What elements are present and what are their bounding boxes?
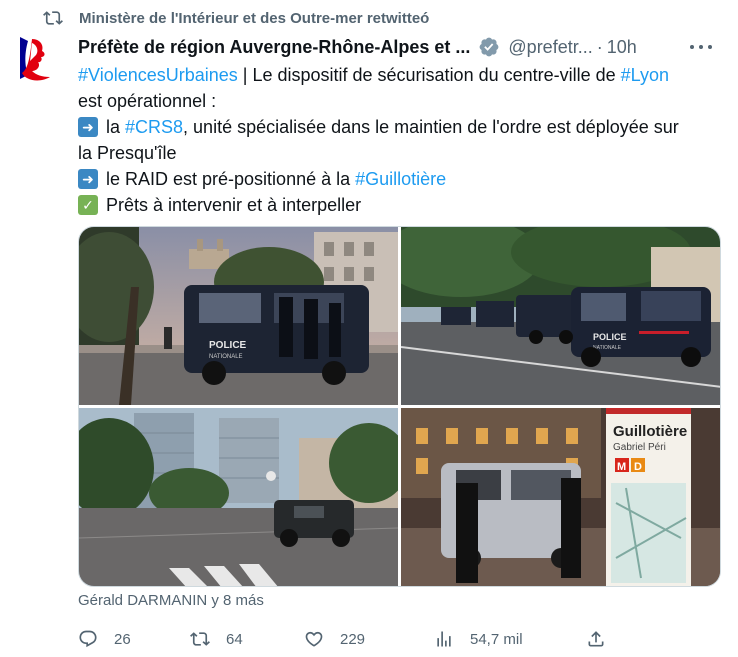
metro-line-d: D bbox=[634, 461, 642, 473]
reply-icon bbox=[79, 630, 97, 648]
like-button[interactable]: 229 bbox=[304, 629, 365, 649]
check-mark-emoji-icon: ✓ bbox=[78, 195, 98, 215]
text-segment: , unité spécialisée dans le maintien de … bbox=[183, 117, 679, 137]
text-segment: la bbox=[106, 117, 126, 137]
metro-station-subname: Gabriel Péri bbox=[613, 442, 666, 453]
like-count: 229 bbox=[340, 630, 366, 648]
retweet-count: 64 bbox=[226, 630, 243, 648]
text-line-1: #ViolencesUrbaines | Le dispositif de sé… bbox=[78, 62, 728, 88]
text-line-5: ➜ le RAID est pré-positionné à la #Guill… bbox=[78, 166, 728, 192]
text-line-6: ✓ Prêts à intervenir et à interpeller bbox=[78, 192, 728, 218]
photo-police-vans-line[interactable]: POLICE NATIONALE bbox=[401, 227, 720, 405]
text-segment: Prêts à intervenir et à interpeller bbox=[106, 195, 362, 215]
media-grid: POLICE NATIONALE POLICE NATIONALE Guillo… bbox=[78, 226, 721, 587]
hashtag-crs8[interactable]: #CRS8 bbox=[125, 114, 183, 140]
text-line-4: la Presqu'île bbox=[78, 143, 177, 163]
text-segment: le RAID est pré-positionné à la bbox=[106, 169, 356, 189]
arrow-right-emoji-icon: ➜ bbox=[78, 117, 98, 137]
tweet-text: #ViolencesUrbaines | Le dispositif de sé… bbox=[78, 62, 728, 218]
share-button[interactable] bbox=[586, 629, 606, 649]
action-bar: 26 64 229 54,7 mil bbox=[78, 625, 618, 657]
author-name[interactable]: Préfète de région Auvergne-Rhône-Alpes e… bbox=[78, 37, 470, 58]
retweet-icon bbox=[190, 632, 210, 646]
tagged-users[interactable]: Gérald DARMANIN y 8 más bbox=[78, 592, 264, 609]
arrow-right-emoji-icon: ➜ bbox=[78, 169, 98, 189]
van-label: POLICE bbox=[593, 332, 627, 342]
author-handle[interactable]: @prefetr... bbox=[508, 37, 592, 58]
hashtag-violences-urbaines[interactable]: #ViolencesUrbaines bbox=[78, 62, 238, 88]
more-options-icon[interactable] bbox=[690, 37, 712, 57]
heart-icon bbox=[305, 631, 323, 647]
retweet-icon bbox=[43, 11, 63, 25]
views-button[interactable]: 54,7 mil bbox=[434, 629, 523, 649]
author-avatar[interactable] bbox=[10, 33, 64, 87]
photo-police-van-fourviere[interactable]: POLICE NATIONALE bbox=[79, 227, 398, 405]
hashtag-lyon[interactable]: #Lyon bbox=[621, 62, 669, 88]
text-line-2: est opérationnel : bbox=[78, 91, 217, 111]
retweet-button[interactable]: 64 bbox=[190, 629, 243, 649]
metro-station-name: Guillotière bbox=[613, 423, 687, 440]
reply-count: 26 bbox=[114, 630, 131, 648]
tweet-header: Préfète de région Auvergne-Rhône-Alpes e… bbox=[78, 33, 728, 61]
hashtag-guillotiere[interactable]: #Guillotière bbox=[355, 166, 446, 192]
verified-badge-icon[interactable] bbox=[478, 36, 500, 58]
text-line-3: ➜ la #CRS8 , unité spécialisée dans le m… bbox=[78, 114, 728, 140]
views-chart-icon bbox=[437, 631, 451, 647]
reply-button[interactable]: 26 bbox=[78, 629, 131, 649]
van-sublabel: NATIONALE bbox=[209, 354, 243, 360]
text-segment: | Le dispositif de sécurisation du centr… bbox=[237, 65, 621, 85]
retweet-by-label: Ministère de l'Intérieur et des Outre-me… bbox=[79, 9, 430, 27]
retweet-context[interactable]: Ministère de l'Intérieur et des Outre-me… bbox=[43, 7, 430, 29]
photo-guillotiere-metro[interactable]: Guillotière Gabriel Péri M D bbox=[401, 408, 720, 586]
separator-dot: · bbox=[596, 36, 603, 57]
share-icon bbox=[588, 631, 604, 647]
van-label: POLICE bbox=[209, 340, 247, 351]
metro-line-m: M bbox=[617, 461, 626, 473]
views-count: 54,7 mil bbox=[470, 630, 523, 648]
tweet-timestamp[interactable]: 10h bbox=[607, 37, 637, 58]
photo-raid-armored-vehicle[interactable] bbox=[79, 408, 398, 586]
